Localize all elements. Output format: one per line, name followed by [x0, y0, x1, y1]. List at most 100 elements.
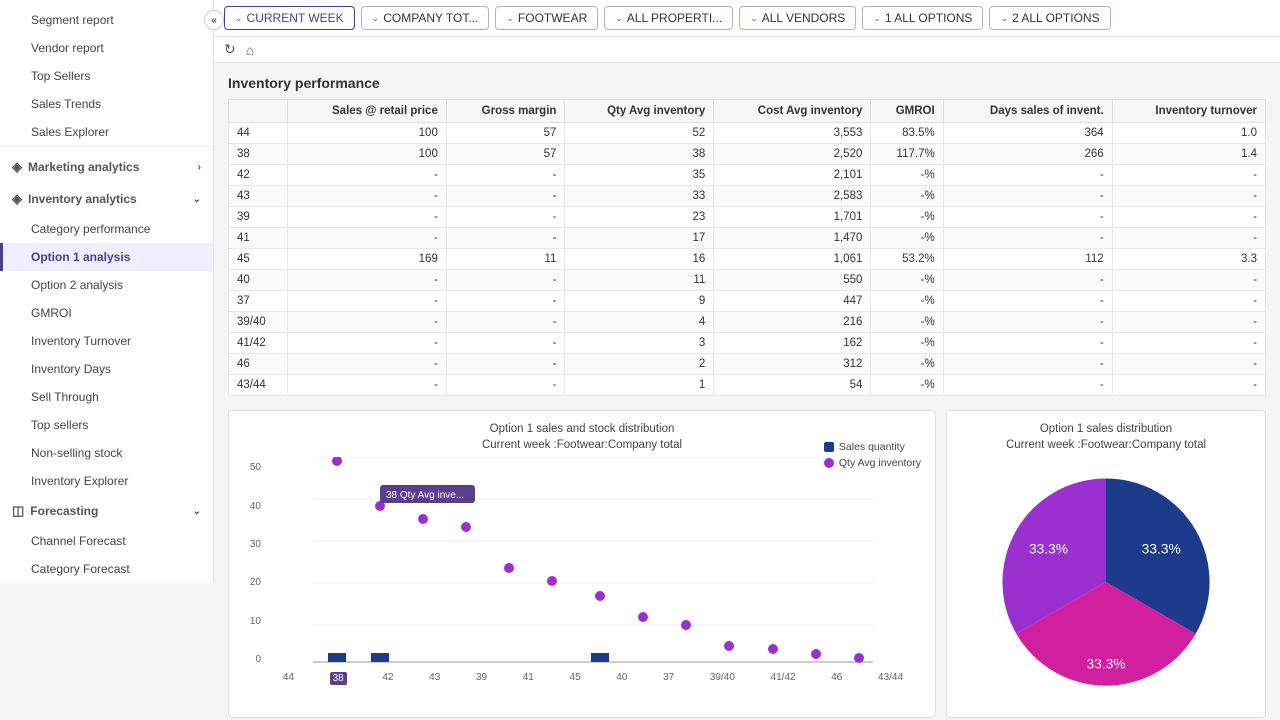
content-area: Inventory performance Sales @ retail pri…: [214, 63, 1280, 720]
filter-label-3: FOOTWEAR: [518, 11, 587, 25]
cell-3-7: -: [1112, 186, 1265, 207]
table-row: 39--231,701-%--: [229, 207, 1266, 228]
filter-1-all-options[interactable]: ⌄ 1 ALL OPTIONS: [862, 6, 983, 30]
sidebar-item-option1-analysis[interactable]: Option 1 analysis: [0, 243, 213, 271]
filter-company-tot[interactable]: ⌄ COMPANY TOT...: [361, 6, 490, 30]
sidebar-item-inventory-days[interactable]: Inventory Days: [0, 355, 213, 383]
filter-chevron-2: ⌄: [372, 13, 380, 24]
sidebar-collapse-button[interactable]: «: [204, 10, 224, 30]
cell-12-7: -: [1112, 375, 1265, 396]
sidebar-item-sales-trends[interactable]: Sales Trends: [0, 90, 213, 118]
sidebar-item-sell-through[interactable]: Sell Through: [0, 383, 213, 411]
pie-label-1: 33.3%: [1142, 541, 1181, 556]
cell-6-6: 112: [943, 249, 1112, 270]
pie-label-2: 33.3%: [1029, 541, 1068, 556]
filter-current-week[interactable]: ⌄ CURRENT WEEK: [224, 6, 355, 30]
sidebar-item-sales-explorer[interactable]: Sales Explorer: [0, 118, 213, 146]
filter-label-6: 1 ALL OPTIONS: [885, 11, 973, 25]
cell-1-0: 38: [229, 144, 288, 165]
cell-4-1: -: [288, 207, 447, 228]
cell-1-1: 100: [288, 144, 447, 165]
col-header-qty: Qty Avg inventory: [565, 100, 714, 123]
cell-11-3: 2: [565, 354, 714, 375]
cell-4-2: -: [446, 207, 565, 228]
filter-2-all-options[interactable]: ⌄ 2 ALL OPTIONS: [989, 6, 1110, 30]
forecasting-section[interactable]: ◫ Forecasting ⌄: [0, 495, 213, 527]
cell-9-2: -: [446, 312, 565, 333]
pie-svg: 33.3% 33.3% 33.3%: [991, 467, 1221, 697]
pie-label-3: 33.3%: [1086, 656, 1125, 671]
sidebar-item-option2-analysis[interactable]: Option 2 analysis: [0, 271, 213, 299]
cell-1-4: 2,520: [714, 144, 871, 165]
cell-3-5: -%: [871, 186, 943, 207]
marketing-section-label: Marketing analytics: [28, 160, 139, 174]
sidebar: Segment report Vendor report Top Sellers…: [0, 0, 214, 583]
cell-0-0: 44: [229, 123, 288, 144]
cell-7-4: 550: [714, 270, 871, 291]
filter-all-vendors[interactable]: ⌄ ALL VENDORS: [739, 6, 856, 30]
inventory-analytics-section[interactable]: ◈ Inventory analytics ⌄: [0, 183, 213, 215]
home-icon[interactable]: ⌂: [246, 42, 254, 58]
filter-chevron-7: ⌄: [1000, 13, 1008, 24]
cell-0-2: 57: [446, 123, 565, 144]
scatter-svg: 38 Qty Avg inve...: [265, 457, 921, 667]
marketing-chevron: ›: [198, 162, 201, 173]
main-content: ⌄ CURRENT WEEK ⌄ COMPANY TOT... ⌄ FOOTWE…: [214, 0, 1280, 720]
sidebar-item-top-sellers[interactable]: Top sellers: [0, 411, 213, 439]
legend-label-sales: Sales quantity: [839, 441, 905, 453]
cell-9-6: -: [943, 312, 1112, 333]
dot-44: [332, 457, 342, 466]
cell-6-4: 1,061: [714, 249, 871, 270]
cell-8-4: 447: [714, 291, 871, 312]
sidebar-item-gmroi[interactable]: GMROI: [0, 299, 213, 327]
forecasting-icon: ◫: [12, 503, 24, 519]
cell-10-3: 3: [565, 333, 714, 354]
cell-12-0: 43/44: [229, 375, 288, 396]
col-header-sales: Sales @ retail price: [288, 100, 447, 123]
cell-0-7: 1.0: [1112, 123, 1265, 144]
cell-1-2: 57: [446, 144, 565, 165]
marketing-icon: ◈: [12, 159, 22, 175]
cell-6-3: 16: [565, 249, 714, 270]
cell-3-3: 33: [565, 186, 714, 207]
sidebar-item-channel-forecast[interactable]: Channel Forecast: [0, 527, 213, 555]
cell-2-0: 42: [229, 165, 288, 186]
cell-2-7: -: [1112, 165, 1265, 186]
col-header-turnover: Inventory turnover: [1112, 100, 1265, 123]
table-row: 4410057523,55383.5%3641.0: [229, 123, 1266, 144]
legend-item-sales: Sales quantity: [824, 441, 921, 453]
col-header-gmroi: GMROI: [871, 100, 943, 123]
y-label-0: 0: [243, 654, 261, 665]
cell-6-0: 45: [229, 249, 288, 270]
filter-footwear[interactable]: ⌄ FOOTWEAR: [495, 6, 598, 30]
cell-6-7: 3.3: [1112, 249, 1265, 270]
refresh-icon[interactable]: ↻: [224, 41, 236, 58]
cell-9-0: 39/40: [229, 312, 288, 333]
sidebar-item-category-forecast[interactable]: Category Forecast: [0, 555, 213, 583]
cell-5-2: -: [446, 228, 565, 249]
x-label-37: 37: [663, 672, 674, 685]
sidebar-item-non-selling-stock[interactable]: Non-selling stock: [0, 439, 213, 467]
bar-45: [591, 653, 609, 662]
cell-3-0: 43: [229, 186, 288, 207]
cell-7-1: -: [288, 270, 447, 291]
dot-37: [681, 620, 691, 630]
sidebar-item-vendor-report[interactable]: Vendor report: [0, 34, 213, 62]
dot-3940: [724, 641, 734, 651]
sidebar-item-segment-report[interactable]: Segment report: [0, 6, 213, 34]
filter-all-properti[interactable]: ⌄ ALL PROPERTI...: [604, 6, 733, 30]
sidebar-item-inventory-turnover[interactable]: Inventory Turnover: [0, 327, 213, 355]
cell-2-1: -: [288, 165, 447, 186]
sidebar-item-category-performance[interactable]: Category performance: [0, 215, 213, 243]
bar-44: [328, 653, 346, 662]
cell-5-3: 17: [565, 228, 714, 249]
cell-6-2: 11: [446, 249, 565, 270]
tooltip-text: 38 Qty Avg inve...: [386, 490, 464, 501]
marketing-analytics-section[interactable]: ◈ Marketing analytics ›: [0, 151, 213, 183]
filter-chevron-3: ⌄: [506, 13, 514, 24]
sidebar-item-inventory-explorer[interactable]: Inventory Explorer: [0, 467, 213, 495]
scatter-chart-container: Option 1 sales and stock distribution Cu…: [228, 410, 936, 718]
cell-10-4: 162: [714, 333, 871, 354]
action-bar: ↻ ⌂: [214, 37, 1280, 63]
sidebar-item-top-sellers-nav[interactable]: Top Sellers: [0, 62, 213, 90]
